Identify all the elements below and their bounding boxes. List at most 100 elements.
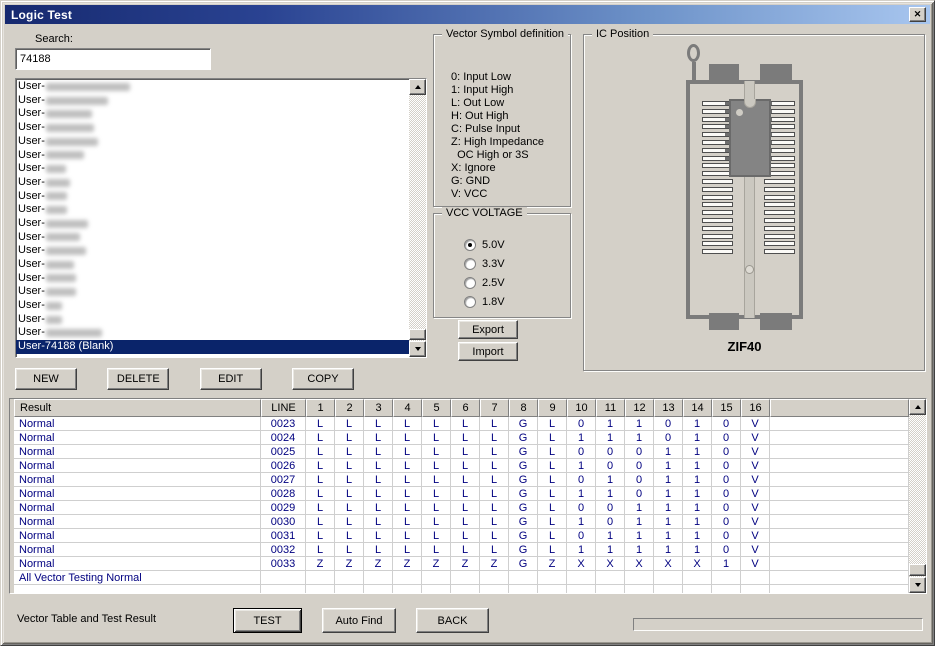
table-row[interactable]: All Vector Testing Normal xyxy=(14,571,909,585)
vcc-option-5.0V[interactable]: 5.0V xyxy=(464,238,505,252)
vector-table: Result LINE 1 2 3 4 5 6 7 8 9 10 11 12 13 14 15 16 Normal… xyxy=(9,398,927,594)
list-item[interactable]: User- xyxy=(16,190,409,204)
list-item[interactable]: User- xyxy=(16,313,409,327)
back-button[interactable]: BACK xyxy=(416,608,489,633)
list-item-selected[interactable]: User-74188 (Blank) xyxy=(16,340,409,354)
device-list-scrollbar[interactable] xyxy=(409,79,426,357)
column-header-14: 14 xyxy=(683,399,712,417)
list-item[interactable]: User- xyxy=(16,231,409,245)
list-item[interactable]: User- xyxy=(16,176,409,190)
list-item[interactable]: User- xyxy=(16,135,409,149)
import-button-label: Import xyxy=(472,345,504,358)
list-item[interactable]: User- xyxy=(16,107,409,121)
table-row[interactable]: Normal 0032 L L L L L L L G L 1 1 1 1 1 0 V xyxy=(14,543,909,557)
list-item[interactable]: User- xyxy=(16,94,409,108)
vcc-option-1.8V[interactable]: 1.8V xyxy=(464,295,505,309)
delete-button[interactable]: DELETE xyxy=(107,368,170,390)
progress-bar xyxy=(633,618,923,631)
list-item[interactable]: User- xyxy=(16,299,409,313)
table-row[interactable]: Normal 0026 L L L L L L L G L 1 0 0 1 1 0 V xyxy=(14,459,909,473)
vcc-option-3.3V[interactable]: 3.3V xyxy=(464,257,505,271)
radio-icon[interactable] xyxy=(464,277,476,289)
table-row[interactable]: Normal 0027 L L L L L L L G L 0 1 0 1 1 0 V xyxy=(14,473,909,487)
vector-symbol-groupbox: Vector Symbol definition 0: Input Low 1: … xyxy=(433,28,571,207)
radio-selected-icon[interactable] xyxy=(464,239,476,251)
table-scroll-thumb[interactable] xyxy=(909,564,926,576)
column-header-6: 6 xyxy=(451,399,480,417)
list-item[interactable]: User- xyxy=(16,148,409,162)
table-row[interactable]: Normal 0024 L L L L L L L G L 1 1 1 0 1 0 V xyxy=(14,431,909,445)
vcc-option-2.5V[interactable]: 2.5V xyxy=(464,276,505,290)
table-row[interactable]: Normal 0033 Z Z Z Z Z Z Z G Z X X X X X 1 V xyxy=(14,557,909,571)
socket-label: ZIF40 xyxy=(727,339,762,354)
list-item[interactable]: User- xyxy=(16,272,409,286)
back-button-label: BACK xyxy=(437,614,468,627)
close-icon: ✕ xyxy=(913,9,922,19)
copy-button[interactable]: COPY xyxy=(291,368,354,390)
vector-table-grid: Result LINE 1 2 3 4 5 6 7 8 9 10 11 12 13 14 15 16 Normal… xyxy=(10,399,909,593)
window-title: Logic Test xyxy=(11,7,73,22)
table-row[interactable]: Normal 0028 L L L L L L L G L 1 1 0 1 1 0 V xyxy=(14,487,909,501)
radio-icon[interactable] xyxy=(464,258,476,270)
test-button-label: TEST xyxy=(253,614,282,627)
list-item[interactable]: User- xyxy=(16,217,409,231)
vector-table-body: Normal 0023 L L L L L L L G L 0 1 1 0 1 0 V Normal 0024 L L L L… xyxy=(14,417,909,593)
edit-button[interactable]: EDIT xyxy=(199,368,262,390)
device-list-scroll-down-button[interactable] xyxy=(409,341,426,357)
list-item[interactable]: User- xyxy=(16,258,409,272)
socket-tab xyxy=(709,313,739,330)
socket-center-hole xyxy=(745,265,754,274)
column-header-LINE: LINE xyxy=(261,399,306,417)
column-header-16: 16 xyxy=(741,399,770,417)
list-item[interactable]: User- xyxy=(16,326,409,340)
list-item[interactable]: User- xyxy=(16,80,409,94)
device-list-scroll-thumb[interactable] xyxy=(409,329,426,340)
socket-tab xyxy=(760,64,792,81)
export-button-label: Export xyxy=(472,323,504,336)
auto-find-button[interactable]: Auto Find xyxy=(322,608,396,633)
new-button[interactable]: NEW xyxy=(15,368,77,390)
table-row[interactable]: Normal 0029 L L L L L L L G L 0 0 1 1 1 0 V xyxy=(14,501,909,515)
device-list-items: User- User- User- User- User- User- User- User-… xyxy=(16,79,409,357)
column-header-8: 8 xyxy=(509,399,538,417)
table-scroll-up-button[interactable] xyxy=(909,399,926,415)
column-header-3: 3 xyxy=(364,399,393,417)
socket-lever-icon xyxy=(687,44,700,62)
list-item[interactable]: User- xyxy=(16,121,409,135)
chip-notch-icon xyxy=(744,99,756,108)
vector-table-scrollbar[interactable] xyxy=(909,399,926,593)
device-list[interactable]: User- User- User- User- User- User- User- User-… xyxy=(15,78,427,358)
table-row[interactable] xyxy=(14,585,909,593)
logic-test-dialog: Logic Test ✕ Search: User-User-User-User… xyxy=(0,0,935,646)
table-row[interactable]: Normal 0030 L L L L L L L G L 1 0 1 1 1 0 V xyxy=(14,515,909,529)
list-action-buttons: NEW DELETE EDIT COPY xyxy=(15,368,354,390)
column-header-Result: Result xyxy=(14,399,261,417)
table-row[interactable]: Normal 0031 L L L L L L L G L 0 1 1 1 1 0 V xyxy=(14,529,909,543)
zif-socket-graphic: ZIF40 xyxy=(584,35,926,372)
auto-find-button-label: Auto Find xyxy=(335,614,383,627)
close-button[interactable]: ✕ xyxy=(909,7,926,22)
footer-caption: Vector Table and Test Result xyxy=(17,613,157,625)
socket-lever-stem xyxy=(692,62,696,81)
search-label: Search: xyxy=(35,33,73,45)
arrow-up-icon xyxy=(414,85,421,89)
import-button[interactable]: Import xyxy=(458,342,518,361)
search-input[interactable] xyxy=(15,48,211,70)
column-header-10: 10 xyxy=(567,399,596,417)
export-button[interactable]: Export xyxy=(458,320,518,339)
table-row[interactable]: Normal 0023 L L L L L L L G L 0 1 1 0 1 0 V xyxy=(14,417,909,431)
test-button[interactable]: TEST xyxy=(233,608,302,633)
column-header-9: 9 xyxy=(538,399,567,417)
list-item[interactable]: User- xyxy=(16,162,409,176)
table-row[interactable]: Normal 0025 L L L L L L L G L 0 0 0 1 1 0 V xyxy=(14,445,909,459)
device-list-scroll-up-button[interactable] xyxy=(409,79,426,95)
list-item[interactable]: User- xyxy=(16,203,409,217)
chip-pin1-dot-icon xyxy=(736,109,743,116)
list-item[interactable]: User- xyxy=(16,285,409,299)
column-header-11: 11 xyxy=(596,399,625,417)
column-header-12: 12 xyxy=(625,399,654,417)
list-item[interactable]: User- xyxy=(16,244,409,258)
ic-position-groupbox: IC Position ZIF40 xyxy=(583,28,926,372)
radio-icon[interactable] xyxy=(464,296,476,308)
table-scroll-down-button[interactable] xyxy=(909,577,926,593)
